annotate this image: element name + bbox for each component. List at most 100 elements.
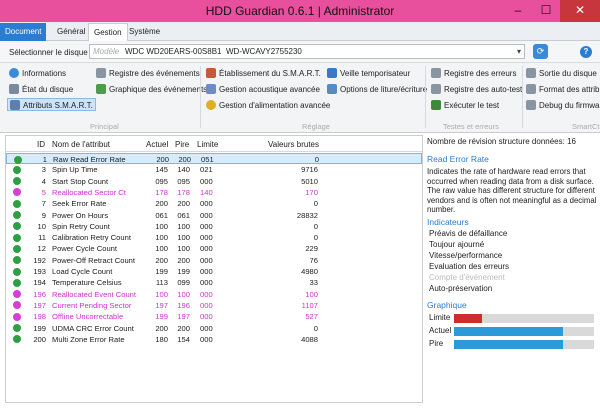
close-button[interactable]: ✕ (560, 0, 600, 22)
ribbon-registre-erreurs-label: Registre des erreurs (444, 69, 517, 78)
cell-brut: 4088 (301, 334, 318, 344)
col-valeurs-brutes[interactable]: Valeurs brutes (268, 140, 319, 149)
table-row[interactable]: 193 Load Cycle Count 199 199 000 4980 (6, 266, 422, 277)
ribbon-veille-temporisateur[interactable]: Veille temporisateur (327, 67, 410, 80)
table-row[interactable]: 12 Power Cycle Count 100 100 000 229 (6, 243, 422, 254)
tab-general[interactable]: Général (52, 23, 90, 41)
cell-actuel: 100 (155, 233, 168, 243)
help-icon[interactable]: ? (580, 46, 592, 58)
ribbon-executer-test[interactable]: Exécuter le test (431, 99, 499, 112)
cell-limite: 140 (200, 187, 213, 197)
cell-pire: 196 (177, 300, 190, 310)
indicator-item: Compte d'événement (429, 273, 505, 282)
chevron-down-icon[interactable]: ▾ (517, 47, 521, 56)
ribbon-debug-firmware-label: Debug du firmwa (539, 101, 600, 110)
graph-bar-track (454, 314, 594, 323)
col-name[interactable]: Nom de l'attribut (52, 140, 110, 149)
cell-limite: 000 (200, 334, 213, 344)
cell-actuel: 113 (155, 278, 168, 288)
ribbon-registre-erreurs[interactable]: Registre des erreurs (431, 67, 516, 80)
col-actuel[interactable]: Actuel (146, 140, 168, 149)
cell-actuel: 200 (155, 199, 168, 209)
disk-serial: WD-WCAVY2755230 (226, 47, 302, 56)
tab-document[interactable]: Document (0, 23, 47, 41)
table-row[interactable]: 197 Current Pending Sector 197 196 000 1107 (6, 300, 422, 311)
cell-pire: 099 (177, 278, 190, 288)
minimize-button[interactable]: – (504, 0, 532, 22)
tab-systeme[interactable]: Système (124, 23, 165, 41)
disk-status-icon (9, 84, 19, 94)
cell-id: 196 (33, 289, 46, 299)
cell-name: Multi Zone Error Rate (52, 334, 125, 344)
table-row[interactable]: 7 Seek Error Rate 200 200 000 0 (6, 198, 422, 209)
ribbon-etablissement-smart[interactable]: Établissement du S.M.A.R.T. (206, 67, 321, 80)
cell-actuel: 199 (155, 312, 168, 322)
col-pire[interactable]: Pire (175, 140, 189, 149)
ribbon-graphique-evenements[interactable]: Graphique des événements (96, 83, 207, 96)
ribbon-registre-evenements[interactable]: Registre des événements (96, 67, 200, 80)
ribbon-alimentation[interactable]: Gestion d'alimentation avancée (206, 99, 330, 112)
cell-id: 197 (33, 300, 46, 310)
cell-pire: 178 (177, 187, 190, 197)
power-icon (206, 100, 216, 110)
cell-name: Spin Up Time (52, 165, 98, 175)
table-row[interactable]: 4 Start Stop Count 095 095 000 5010 (6, 176, 422, 187)
ribbon-registre-auto-test-label: Registre des auto-test (444, 85, 523, 94)
ribbon-executer-test-label: Exécuter le test (444, 101, 500, 110)
graph-bar-fill (454, 340, 564, 349)
ribbon-etat-disque-label: État du disque (22, 85, 74, 94)
table-row[interactable]: 9 Power On Hours 061 061 000 28832 (6, 210, 422, 221)
ribbon-etablissement-smart-label: Établissement du S.M.A.R.T. (219, 69, 321, 78)
info-icon (9, 68, 19, 78)
cell-pire: 199 (177, 267, 190, 276)
col-limite[interactable]: Limite (197, 140, 218, 149)
cell-brut: 1107 (301, 300, 318, 310)
ribbon-informations[interactable]: Informations (9, 67, 66, 80)
ribbon-debug-firmware[interactable]: Debug du firmwa (526, 99, 599, 112)
cell-actuel: 197 (155, 300, 168, 310)
tab-gestion[interactable]: Gestion (88, 23, 128, 41)
cell-brut: 0 (313, 233, 318, 243)
table-row[interactable]: 199 UDMA CRC Error Count 200 200 000 0 (6, 323, 422, 334)
cell-brut: 0 (313, 199, 318, 209)
table-row[interactable]: 1 Raw Read Error Rate 200 200 051 0 (6, 153, 422, 165)
cell-pire: 061 (177, 210, 190, 220)
ribbon-attributs-smart[interactable]: Attributs S.M.A.R.T. (7, 98, 96, 111)
table-row[interactable]: 11 Calibration Retry Count 100 100 000 0 (6, 232, 422, 243)
ok-status-icon (13, 324, 21, 332)
ribbon-sortie-disque[interactable]: Sortie du disque (526, 67, 597, 80)
table-row[interactable]: 3 Spin Up Time 145 140 021 9716 (6, 164, 422, 175)
attribute-details-panel: Nombre de révision structure données: 16… (425, 135, 600, 403)
warning-status-icon (13, 312, 21, 321)
graph-bar-fill (454, 327, 564, 336)
cell-id: 194 (33, 278, 46, 288)
indicators-title: Indicateurs (427, 217, 469, 227)
cell-limite: 000 (200, 176, 213, 186)
table-row[interactable]: 10 Spin Retry Count 100 100 000 0 (6, 221, 422, 232)
ok-status-icon (14, 155, 22, 164)
ribbon-lecture-ecriture[interactable]: Options de liture/écriture (327, 83, 427, 96)
ok-status-icon (13, 233, 21, 242)
table-row[interactable]: 200 Multi Zone Error Rate 180 154 000 4088 (6, 334, 422, 345)
ribbon-etat-disque[interactable]: État du disque (9, 83, 73, 96)
ribbon-acoustique[interactable]: Gestion acoustique avancée (206, 83, 320, 96)
indicator-item: Vitesse/performance (429, 251, 503, 260)
cell-limite: 000 (200, 233, 213, 243)
table-row[interactable]: 192 Power-Off Retract Count 200 200 000 76 (6, 255, 422, 266)
revision-label: Nombre de révision structure données: 16 (427, 137, 576, 146)
table-row[interactable]: 5 Reallocated Sector Ct 178 178 140 170 (6, 187, 422, 198)
cell-limite: 000 (200, 221, 213, 231)
col-id[interactable]: ID (37, 140, 45, 149)
ok-status-icon (13, 335, 21, 344)
table-row[interactable]: 198 Offline Uncorrectable 199 197 000 527 (6, 311, 422, 322)
table-row[interactable]: 194 Temperature Celsius 113 099 000 33 (6, 277, 422, 288)
table-row[interactable]: 196 Reallocated Event Count 100 100 000 100 (6, 289, 422, 300)
disk-select-combo[interactable]: Modèle WDC WD20EARS-00S8B1 WD-WCAVY27552… (89, 44, 525, 59)
maximize-button[interactable]: ☐ (532, 0, 560, 22)
cell-name: Seek Error Rate (52, 199, 107, 209)
ribbon-format-attributs[interactable]: Format des attrib (526, 83, 599, 96)
cell-limite: 000 (200, 255, 213, 265)
smart-attributes-table[interactable]: ID Nom de l'attribut Actuel Pire Limite … (5, 135, 423, 403)
ribbon-registre-auto-test[interactable]: Registre des auto-test (431, 83, 522, 96)
refresh-icon[interactable]: ⟳ (533, 44, 548, 59)
